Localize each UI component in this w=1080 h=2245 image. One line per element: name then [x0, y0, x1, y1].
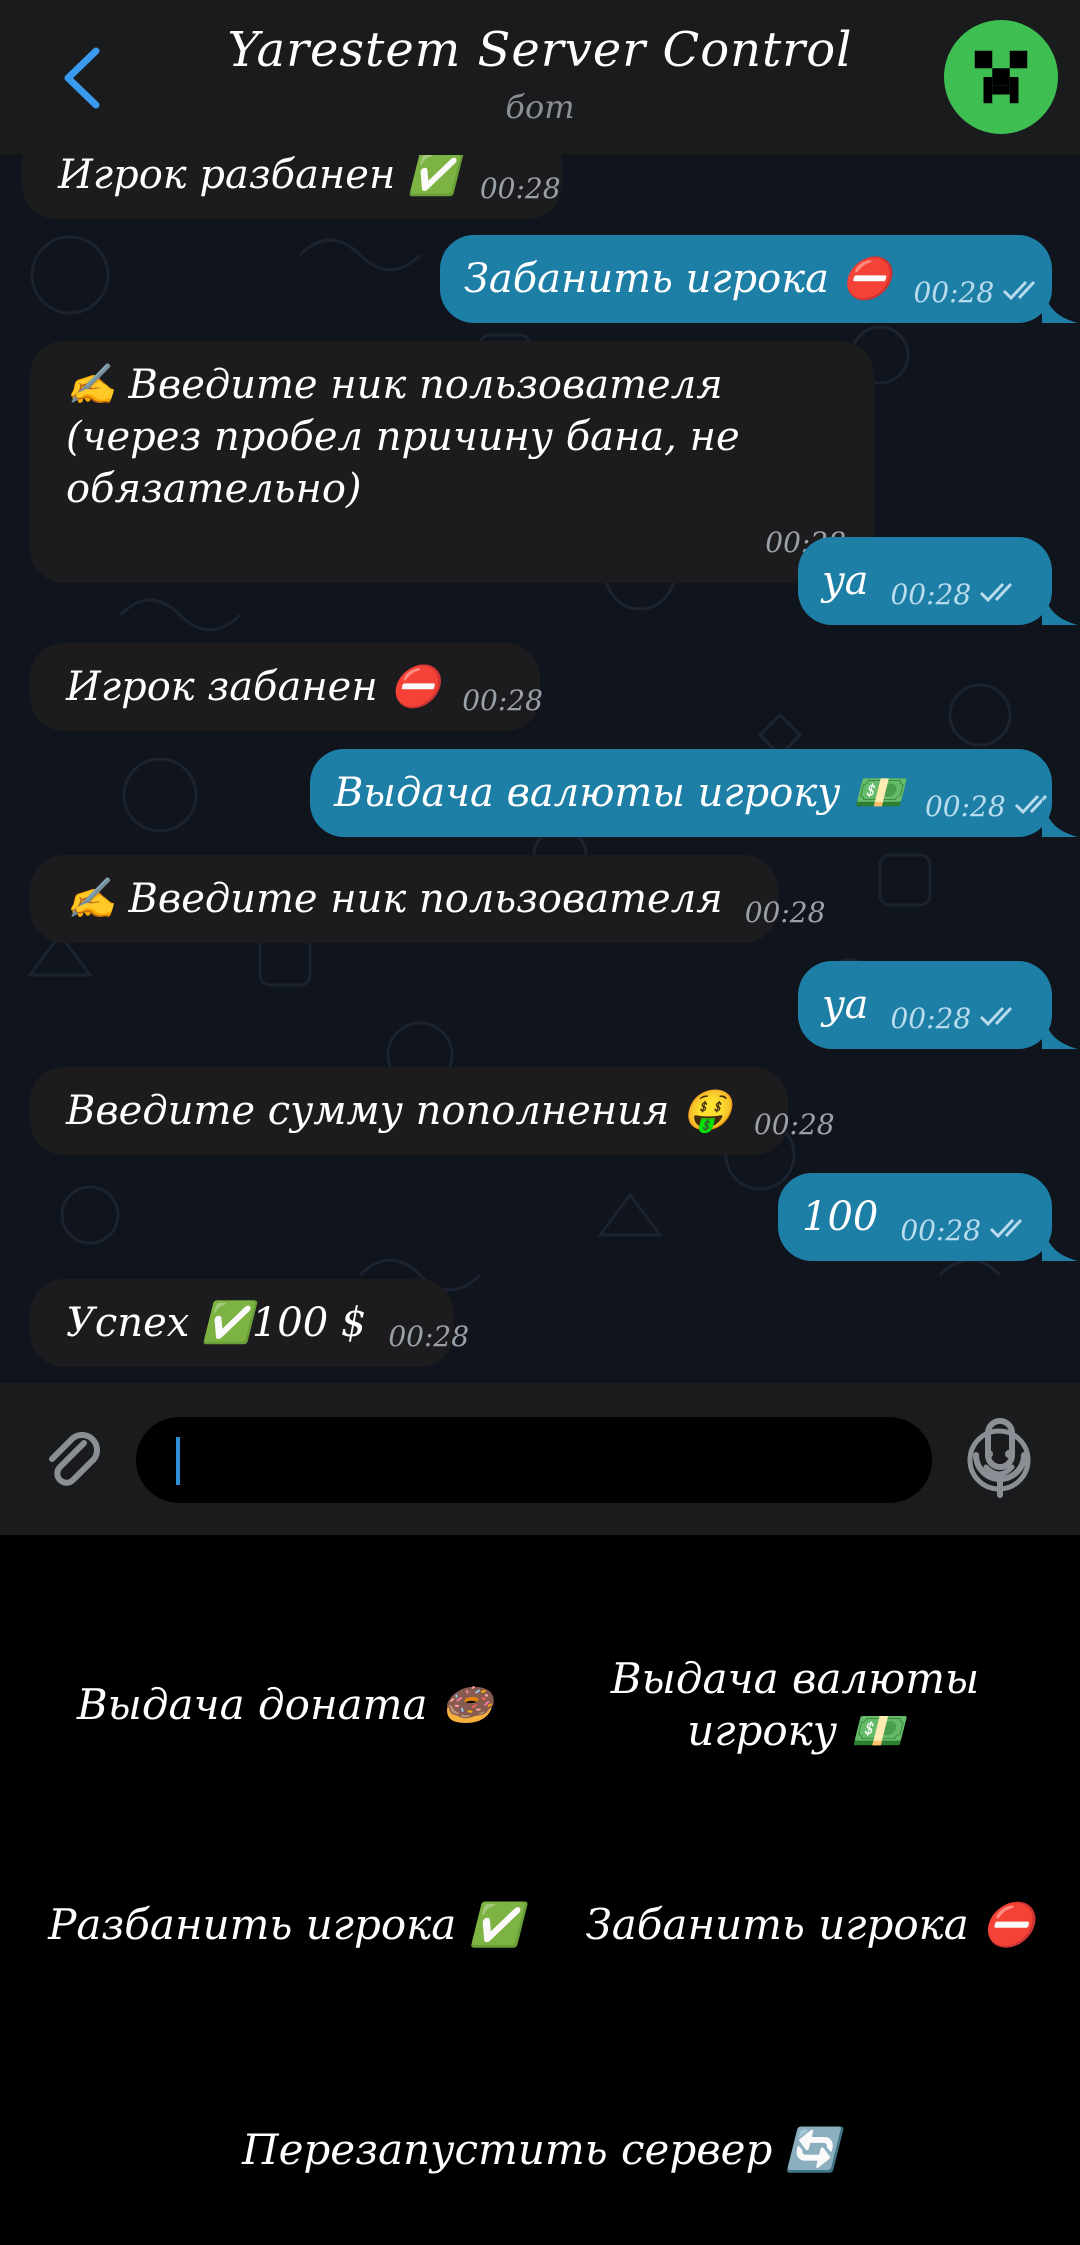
message-time: 00:28 — [890, 578, 972, 611]
message-time: 00:28 — [479, 172, 561, 205]
outgoing-message[interactable]: Забанить игрока ⛔ 00:28 — [440, 235, 1078, 323]
message-time: 00:28 — [890, 1002, 972, 1035]
bubble-tail — [1042, 585, 1078, 625]
keyboard-button-give-currency[interactable]: Выдача валюты игроку 💵 — [590, 1635, 1000, 1775]
message-time: 00:28 — [765, 526, 846, 559]
keyboard-button-unban-player[interactable]: Разбанить игрока ✅ — [20, 1855, 550, 1995]
incoming-message[interactable]: Игрок разбанен ✅ 00:28 — [22, 155, 562, 219]
chat-header: Yarestem Server Control бот — [0, 0, 1080, 155]
outgoing-message[interactable]: Выдача валюты игроку 💵 00:28 — [310, 749, 1078, 837]
message-time: 00:28 — [924, 790, 1006, 823]
message-input[interactable] — [136, 1417, 1031, 1503]
read-checkmarks-icon — [979, 971, 1025, 1059]
message-text: Забанить игрока ⛔ — [464, 256, 892, 302]
message-text: ✍️ Введите ник пользователя (через пробе… — [66, 362, 740, 512]
outgoing-message[interactable]: ya 00:28 — [798, 537, 1078, 625]
message-time: 00:28 — [388, 1320, 470, 1353]
attach-button[interactable] — [36, 1421, 112, 1497]
read-checkmarks-icon — [979, 547, 1025, 635]
chat-subtitle: бот — [505, 88, 575, 126]
message-time: 00:28 — [913, 276, 995, 309]
outgoing-message[interactable]: 100 00:28 — [778, 1173, 1078, 1261]
message-text: ✍️ Введите ник пользователя — [66, 876, 723, 922]
message-input-bar — [0, 1383, 1080, 1535]
bubble-tail — [1042, 283, 1078, 323]
voice-message-button[interactable] — [962, 1417, 1038, 1499]
outgoing-message[interactable]: ya 00:28 — [798, 961, 1078, 1049]
bubble-tail — [1042, 1221, 1078, 1261]
creeper-face-icon — [974, 50, 1028, 104]
read-checkmarks-icon — [989, 1183, 1035, 1271]
message-text: Выдача валюты игроку 💵 — [334, 770, 903, 816]
message-text: Игрок разбанен ✅ — [58, 155, 458, 198]
message-text: Успех ✅100 $ — [66, 1300, 367, 1346]
incoming-message[interactable]: ✍️ Введите ник пользователя (через пробе… — [30, 341, 874, 583]
microphone-icon — [973, 1418, 1027, 1498]
message-time: 00:28 — [744, 896, 826, 929]
paperclip-icon — [49, 1432, 100, 1486]
chat-title[interactable]: Yarestem Server Control — [0, 22, 1080, 78]
incoming-message[interactable]: Успех ✅100 $ 00:28 — [30, 1279, 469, 1367]
message-time: 00:28 — [900, 1214, 982, 1247]
message-text: Игрок забанен ⛔ — [66, 664, 441, 710]
incoming-message[interactable]: Игрок забанен ⛔ 00:28 — [30, 643, 543, 731]
message-text: ya — [822, 982, 869, 1028]
message-list[interactable]: Игрок разбанен ✅ 00:28 Забанить игрока ⛔ 0… — [0, 155, 1080, 1383]
bot-reply-keyboard: Выдача доната 🍩 Выдача валюты игроку 💵 Р… — [0, 1535, 1080, 2245]
message-text: ya — [822, 558, 869, 604]
keyboard-button-restart-server[interactable]: Перезапустить сервер 🔄 — [140, 2080, 940, 2220]
message-time: 00:28 — [462, 684, 543, 717]
keyboard-button-ban-player[interactable]: Забанить игрока ⛔ — [560, 1855, 1060, 1995]
bubble-tail — [1042, 1009, 1078, 1049]
text-cursor — [176, 1437, 180, 1485]
telegram-chat-screen: Yarestem Server Control бот Игрок разбан… — [0, 0, 1080, 2245]
message-time: 00:28 — [753, 1108, 835, 1141]
bot-avatar[interactable] — [944, 20, 1058, 134]
incoming-message[interactable]: ✍️ Введите ник пользователя 00:28 — [30, 855, 825, 943]
message-text: 100 — [802, 1194, 879, 1240]
incoming-message[interactable]: Введите сумму пополнения 🤑 00:28 — [30, 1067, 835, 1155]
message-text: Введите сумму пополнения 🤑 — [66, 1088, 732, 1134]
keyboard-button-give-donate[interactable]: Выдача доната 🍩 — [20, 1635, 550, 1775]
bubble-tail — [1042, 797, 1078, 837]
